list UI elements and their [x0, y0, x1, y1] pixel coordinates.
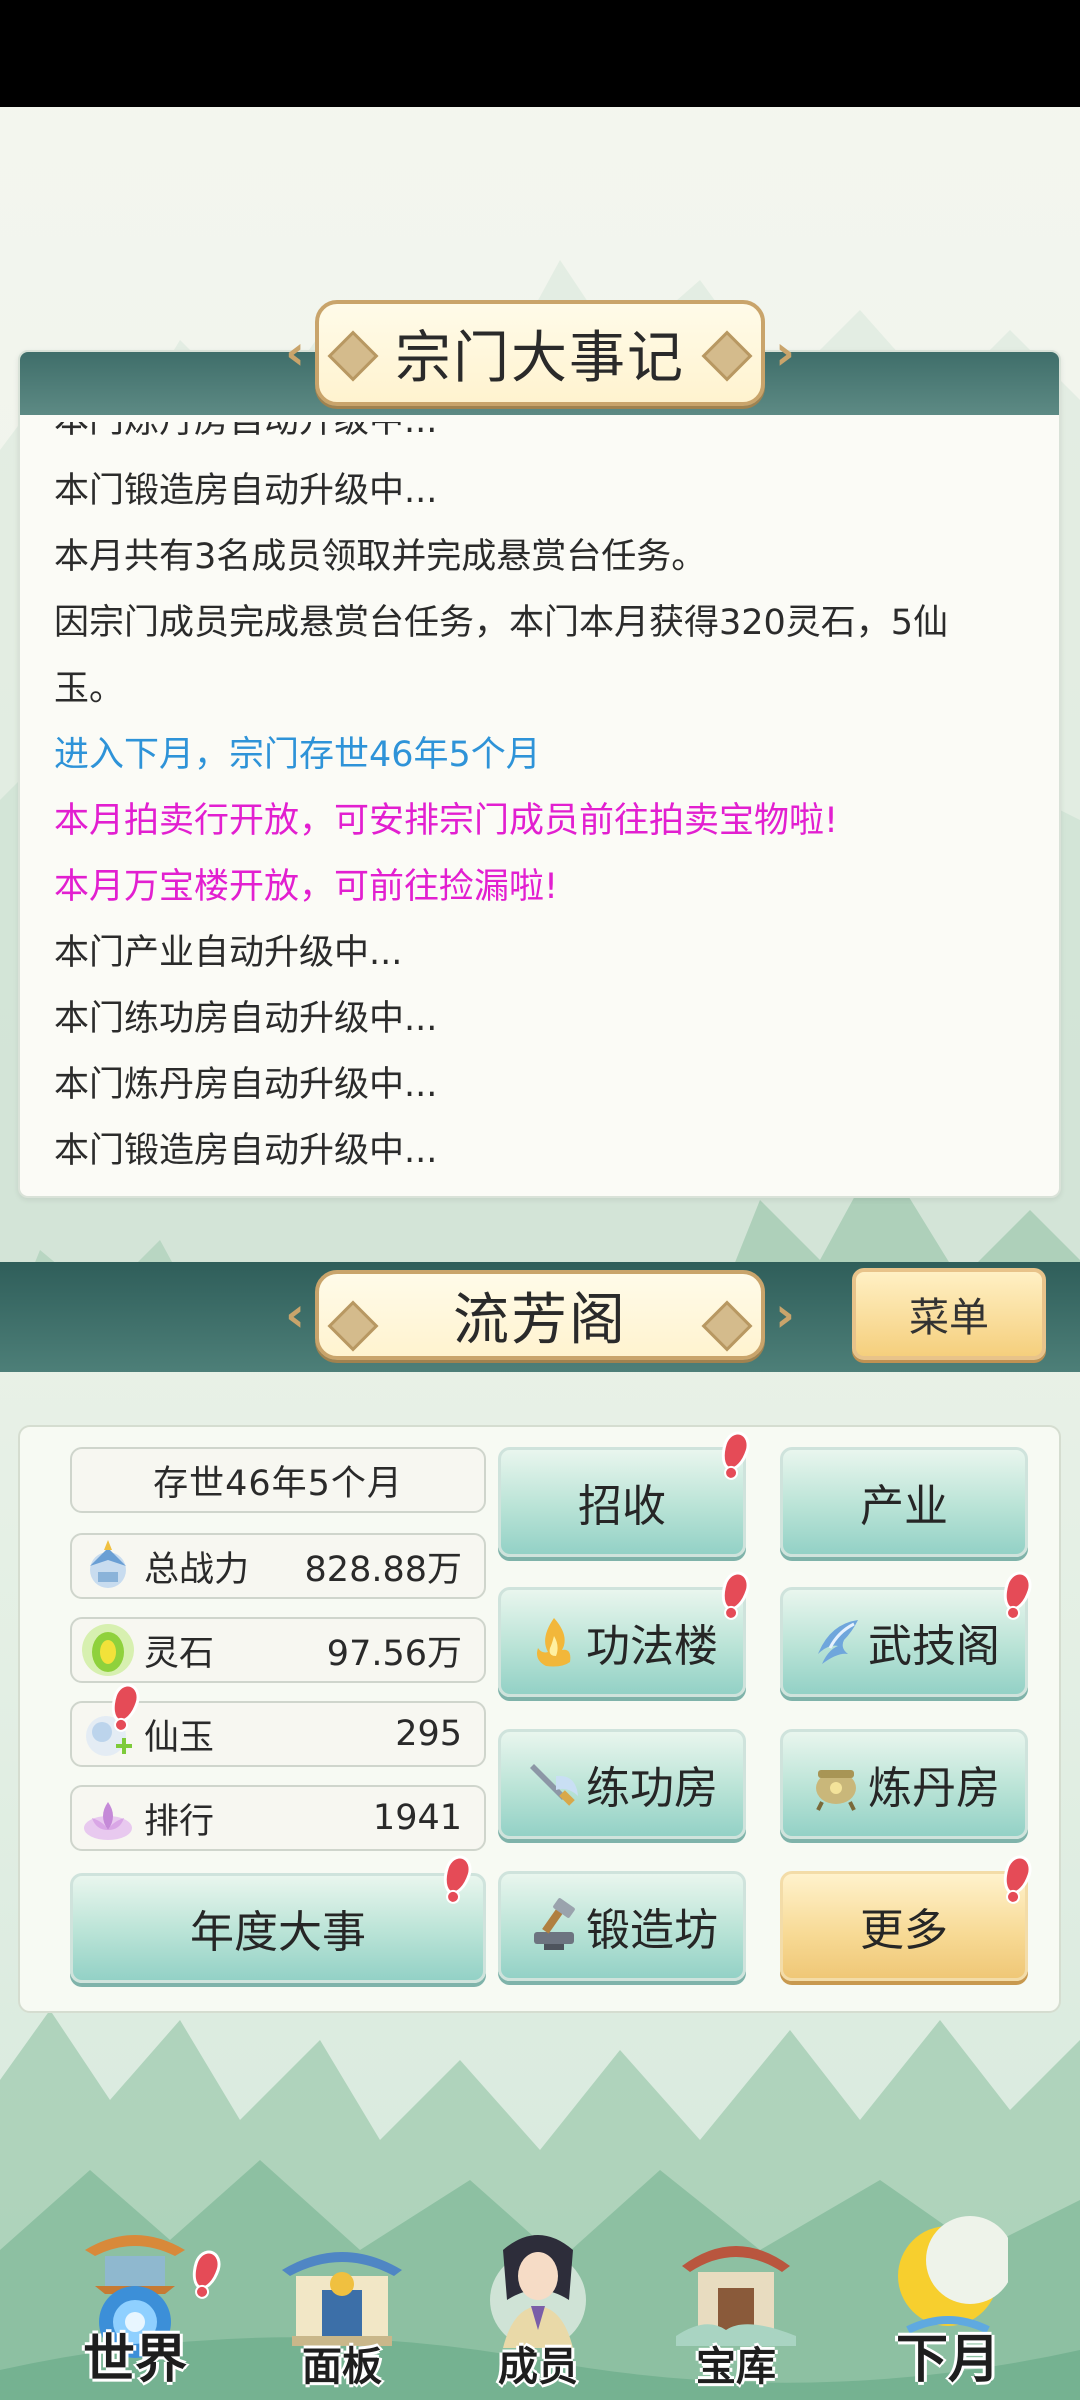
flame-icon	[537, 1618, 571, 1667]
event-log-list[interactable]: 本门炼丹房自动升级中... 本门锻造房自动升级中... 本月共有3名成员领取并完…	[54, 422, 1044, 1184]
log-line: 本门锻造房自动升级中...	[54, 1131, 438, 1171]
industry-button[interactable]: 产业	[780, 1447, 1028, 1557]
power-icon	[90, 1540, 126, 1588]
nav-next-month[interactable]: 下月	[868, 2210, 1028, 2400]
sect-overview-card: 存世46年5个月 总战力 828.88万 灵石 97.56万 仙玉 295 排行…	[18, 1425, 1061, 2013]
nav-members[interactable]: 成员	[458, 2210, 618, 2400]
training-room-button[interactable]: 练功房	[498, 1729, 746, 1839]
forge-button[interactable]: 锻造坊	[498, 1871, 746, 1981]
nav-treasury[interactable]: 宝库	[656, 2210, 816, 2400]
log-line: 本门锻造房自动升级中...	[54, 471, 438, 511]
nav-members-label: 成员	[498, 2344, 578, 2390]
log-line: 本门练功房自动升级中...	[54, 999, 438, 1039]
log-title-banner: ‹ 宗门大事记 ›	[250, 300, 830, 406]
log-line: 本月拍卖行开放，可安排宗门成员前往拍卖宝物啦!	[54, 801, 839, 841]
stat-power-label: 总战力	[144, 1549, 250, 1590]
treasury-building-icon	[676, 2246, 796, 2346]
stat-spirit-stone-value: 97.56万	[326, 1633, 462, 1674]
menu-button[interactable]: 菜单	[852, 1268, 1046, 1360]
stat-rank-value: 1941	[372, 1798, 462, 1838]
nav-world-label: 世界	[82, 2330, 187, 2390]
log-line: 因宗门成员完成悬赏台任务，本门本月获得320灵石，5仙玉。	[54, 603, 949, 709]
chevron-left-icon: ‹	[285, 325, 305, 381]
log-line: 本门炼丹房自动升级中...	[54, 1065, 438, 1105]
recruit-button[interactable]: 招收	[498, 1447, 746, 1557]
skill-tower-button[interactable]: 功法楼	[498, 1587, 746, 1697]
more-label: 更多	[860, 1905, 948, 1956]
nav-panel-label: 面板	[302, 2344, 382, 2390]
stat-rank-label: 排行	[144, 1801, 215, 1842]
nav-treasury-label: 宝库	[696, 2344, 776, 2390]
stat-jade-value: 295	[395, 1714, 462, 1754]
sect-title-banner: ‹ 流芳阁 ›	[250, 1262, 830, 1368]
annual-events-button[interactable]: 年度大事	[70, 1873, 486, 1983]
status-bar	[0, 0, 1080, 107]
stat-rank[interactable]: 排行 1941	[70, 1785, 486, 1851]
nav-panel[interactable]: 面板	[262, 2210, 422, 2400]
event-log-panel[interactable]: 本门炼丹房自动升级中... 本门锻造房自动升级中... 本月共有3名成员领取并完…	[18, 350, 1061, 1198]
martial-pavilion-button[interactable]: 武技阁	[780, 1587, 1028, 1697]
stat-power-value: 828.88万	[304, 1549, 462, 1590]
log-panel-title: 宗门大事记	[395, 325, 685, 391]
skill-tower-label: 功法楼	[586, 1621, 718, 1672]
sect-age-box: 存世46年5个月	[70, 1447, 486, 1513]
stat-power: 总战力 828.88万	[70, 1533, 486, 1599]
blade-wing-icon	[818, 1620, 858, 1664]
annual-events-label: 年度大事	[190, 1907, 366, 1958]
alchemy-room-label: 炼丹房	[868, 1763, 1000, 1814]
training-weapon-icon	[530, 1764, 578, 1806]
log-line: 本月共有3名成员领取并完成悬赏台任务。	[54, 537, 707, 577]
members-avatar-icon	[490, 2235, 586, 2348]
recruit-label: 招收	[578, 1481, 666, 1532]
nav-world[interactable]: 世界	[55, 2210, 225, 2400]
cauldron-icon	[816, 1770, 856, 1811]
log-line-partial: 本门炼丹房自动升级中...	[54, 422, 1044, 458]
training-room-label: 练功房	[586, 1763, 718, 1814]
log-line: 本月万宝楼开放，可前往捡漏啦!	[54, 867, 559, 907]
stat-spirit-stone-label: 灵石	[144, 1633, 215, 1674]
rank-icon	[84, 1802, 132, 1840]
sect-name: 流芳阁	[453, 1287, 627, 1353]
log-line: 本门产业自动升级中...	[54, 933, 403, 973]
log-line: 进入下月，宗门存世46年5个月	[54, 735, 541, 775]
hammer-anvil-icon	[534, 1898, 575, 1950]
more-button[interactable]: 更多	[780, 1871, 1028, 1981]
log-line-text: 本门炼丹房自动升级中...	[54, 422, 1044, 454]
banner-plate: 流芳阁	[315, 1270, 765, 1360]
banner-plate: 宗门大事记	[315, 300, 765, 406]
panel-gate-icon	[282, 2252, 402, 2346]
industry-label: 产业	[860, 1481, 948, 1532]
spirit-stone-icon	[82, 1624, 134, 1676]
stat-spirit-stone: 灵石 97.56万	[70, 1617, 486, 1683]
forge-label: 锻造坊	[586, 1905, 718, 1956]
next-sect-button[interactable]: ›	[765, 1287, 805, 1343]
prev-sect-button[interactable]: ‹	[275, 1287, 315, 1343]
alchemy-room-button[interactable]: 炼丹房	[780, 1729, 1028, 1839]
nav-next-month-label: 下月	[895, 2330, 1000, 2390]
chevron-right-icon: ›	[775, 325, 795, 381]
stat-jade-label: 仙玉	[144, 1717, 215, 1758]
martial-pavilion-label: 武技阁	[868, 1621, 1000, 1672]
